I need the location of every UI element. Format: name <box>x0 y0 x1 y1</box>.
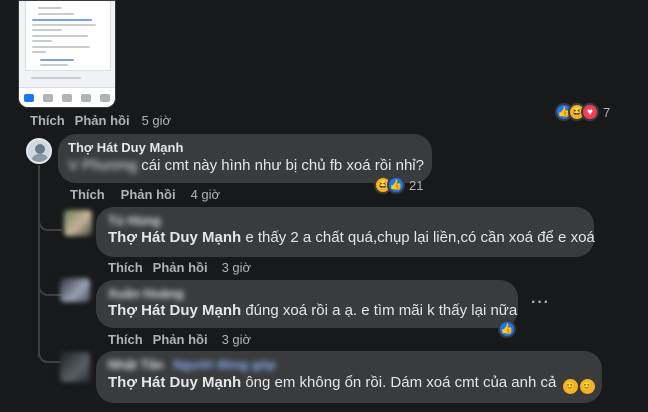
comment-body: đúng xoá rồi a ạ. e tìm mãi k thấy lại n… <box>245 302 518 319</box>
like-link[interactable]: Thích <box>108 332 143 347</box>
like-link[interactable]: Thích <box>30 113 65 128</box>
comment-author[interactable]: Thợ Hát Duy Mạnh <box>68 140 422 155</box>
redacted-author: Nhật Tân <box>108 357 164 372</box>
comment-actions: Thích Phản hồi 3 giờ <box>108 332 251 347</box>
reply-connector <box>38 213 62 231</box>
comment-actions: Thích Phản hồi 3 giờ <box>108 260 251 275</box>
comment-time[interactable]: 3 giờ <box>222 260 252 275</box>
avatar[interactable] <box>60 352 90 382</box>
like-link[interactable]: Thích <box>108 260 143 275</box>
reply-connector <box>38 345 62 363</box>
comment-screenshot-image[interactable] <box>18 0 116 108</box>
more-horizontal-icon[interactable]: ··· <box>531 294 550 312</box>
comment-time[interactable]: 4 giờ <box>191 187 221 202</box>
screenshot-tab-bar <box>19 87 115 107</box>
comment-time[interactable]: 3 giờ <box>222 332 252 347</box>
reaction-count: 21 <box>409 177 424 193</box>
comment-bubble: Xuân Hoàng Thợ Hát Duy Mạnh đúng xoá rồi… <box>96 280 518 328</box>
comment-body: cái cmt này hình như bị chủ fb xoá rồi n… <box>141 157 424 174</box>
comment-body: ông em không ổn rồi. Dám xoá cmt của anh… <box>245 374 557 391</box>
comment-text: Thợ Hát Duy Mạnh ông em không ổn rồi. Dá… <box>108 374 595 394</box>
screenshot-reply-field <box>31 77 81 79</box>
mention-link[interactable]: Thợ Hát Duy Mạnh <box>108 302 241 319</box>
redacted-badge: Người đóng góp <box>173 357 276 372</box>
comment-text: V Phương cái cmt này hình như bị chủ fb … <box>68 157 424 174</box>
avatar[interactable] <box>60 278 90 302</box>
comment-time[interactable]: 5 giờ <box>142 113 172 128</box>
top-comment-actions: Thích Phản hồi 5 giờ <box>30 113 171 128</box>
reply-link[interactable]: Phản hồi <box>153 332 208 347</box>
comment-text: Thợ Hát Duy Mạnh e thấy 2 a chất quá,chụ… <box>108 229 595 246</box>
comment-text: Thợ Hát Duy Mạnh đúng xoá rồi a ạ. e tìm… <box>108 302 517 319</box>
like-link[interactable]: Thích <box>70 187 105 202</box>
comment-body: e thấy 2 a chất quá,chụp lại liền,có cần… <box>245 229 595 246</box>
avatar[interactable] <box>64 210 92 236</box>
like-reaction-icon: 👍 <box>387 176 405 194</box>
reply-thread-line <box>38 165 40 357</box>
reply-link[interactable]: Phản hồi <box>121 187 176 202</box>
comment-bubble: Nhật Tân Người đóng góp Thợ Hát Duy Mạnh… <box>96 351 602 403</box>
smile-emoji-icon: 😊 <box>562 379 578 394</box>
comment-actions: Thích Phản hồi 4 giờ <box>70 187 220 202</box>
redacted-name: V Phương <box>68 157 138 174</box>
avatar[interactable] <box>26 138 52 164</box>
redacted-author: Tú Hùng <box>108 213 161 228</box>
comment-reactions[interactable]: 👍 1 <box>498 320 516 338</box>
reply-link[interactable]: Phản hồi <box>153 260 208 275</box>
love-reaction-icon: ♥ <box>581 103 599 121</box>
mention-link[interactable]: Thợ Hát Duy Mạnh <box>108 229 241 246</box>
smile-emoji-icon: 😊 <box>579 379 595 394</box>
reaction-count: 7 <box>603 104 611 120</box>
redacted-author: Xuân Hoàng <box>108 286 184 301</box>
like-reaction-icon: 👍 <box>498 320 516 338</box>
reply-connector <box>38 278 62 296</box>
reply-link[interactable]: Phản hồi <box>75 113 130 128</box>
top-comment-reactions[interactable]: 👍 😆 ♥ 7 <box>555 103 610 121</box>
mention-link[interactable]: Thợ Hát Duy Mạnh <box>108 374 241 391</box>
comment-reactions[interactable]: 😆 👍 21 <box>374 176 423 194</box>
comment-bubble: Tú Hùng Thợ Hát Duy Mạnh e thấy 2 a chất… <box>96 207 595 257</box>
screenshot-comment-card <box>25 1 111 71</box>
